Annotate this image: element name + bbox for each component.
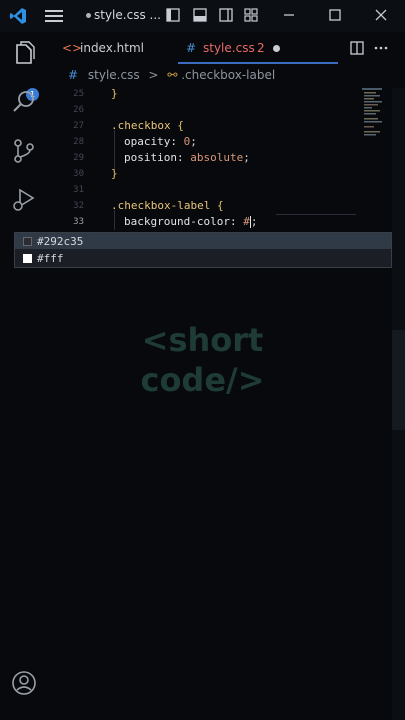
line-number: 30 bbox=[73, 169, 84, 179]
line-number: 26 bbox=[73, 105, 84, 115]
hamburger-menu-icon[interactable] bbox=[45, 9, 63, 23]
more-actions-icon[interactable] bbox=[374, 41, 388, 55]
color-swatch bbox=[23, 237, 32, 246]
line-number: 32 bbox=[73, 201, 84, 211]
scrollbar-thumb[interactable] bbox=[392, 330, 405, 430]
code-line: .checkbox-label { bbox=[111, 199, 224, 212]
color-swatch bbox=[23, 254, 32, 263]
tab-index-html[interactable]: <> index.html bbox=[58, 32, 178, 64]
window-title: style.css ... bbox=[94, 8, 161, 22]
code-editor[interactable]: 25 } 26 27 .checkbox { 28 opacity: 0; 29… bbox=[48, 86, 360, 236]
breadcrumb: # style.css > ⚯ .checkbox-label bbox=[68, 68, 275, 86]
line-number: 25 bbox=[73, 89, 84, 99]
unsaved-dot-icon bbox=[86, 13, 91, 18]
css-file-icon: # bbox=[68, 68, 79, 82]
split-editor-icon[interactable] bbox=[350, 41, 364, 55]
suggestion-label: #292c35 bbox=[37, 235, 84, 248]
code-line: .checkbox { bbox=[111, 119, 184, 132]
color-suggestion-list: #292c35 #fff bbox=[14, 232, 392, 268]
current-line-highlight bbox=[276, 214, 356, 215]
tab-label: style.css bbox=[203, 41, 255, 55]
code-line-current: background-color: #; bbox=[124, 215, 258, 228]
code-line: position: absolute; bbox=[124, 151, 250, 164]
indent-guide bbox=[114, 210, 115, 230]
maximize-icon[interactable] bbox=[328, 8, 342, 22]
code-line: opacity: 0; bbox=[124, 135, 197, 148]
minimize-icon[interactable] bbox=[282, 8, 296, 22]
tab-label: index.html bbox=[80, 41, 144, 55]
symbol-icon: ⚯ bbox=[167, 68, 178, 82]
minimap[interactable] bbox=[362, 88, 390, 138]
source-control-icon[interactable] bbox=[11, 138, 37, 164]
account-icon[interactable] bbox=[11, 670, 37, 696]
breadcrumb-symbol[interactable]: .checkbox-label bbox=[181, 68, 275, 82]
unsaved-dot-icon[interactable] bbox=[273, 45, 280, 52]
title-bar: style.css ... bbox=[0, 0, 405, 32]
line-number: 28 bbox=[73, 137, 84, 147]
breadcrumb-separator: > bbox=[148, 68, 159, 82]
indent-guide bbox=[114, 130, 115, 170]
activity-bar: 1 bbox=[0, 32, 48, 720]
layout-sidebar-icon[interactable] bbox=[166, 8, 180, 22]
explorer-icon[interactable] bbox=[11, 41, 37, 67]
watermark-line: code/> bbox=[140, 361, 265, 399]
tab-style-css[interactable]: # style.css 2 bbox=[178, 32, 338, 64]
code-line: } bbox=[111, 167, 118, 180]
search-icon[interactable] bbox=[11, 89, 37, 115]
line-number: 33 bbox=[73, 217, 84, 227]
watermark-line: <short bbox=[141, 321, 264, 359]
run-debug-icon[interactable] bbox=[11, 187, 37, 213]
editor-tabs: <> index.html # style.css 2 bbox=[48, 32, 405, 64]
customize-layout-icon[interactable] bbox=[244, 8, 258, 22]
suggestion-item[interactable]: #292c35 bbox=[15, 233, 391, 249]
code-line: } bbox=[111, 87, 118, 100]
close-icon[interactable] bbox=[374, 8, 388, 22]
vscode-logo-icon bbox=[10, 8, 26, 24]
breadcrumb-file[interactable]: style.css bbox=[88, 68, 140, 82]
layout-sidebar-right-icon[interactable] bbox=[219, 8, 233, 22]
suggestion-label: #fff bbox=[37, 252, 64, 265]
watermark-logo: <short code/> bbox=[130, 320, 275, 400]
problems-count: 2 bbox=[257, 41, 265, 55]
css-file-icon: # bbox=[186, 41, 197, 55]
line-number: 29 bbox=[73, 153, 84, 163]
line-number: 27 bbox=[73, 121, 84, 131]
line-number: 31 bbox=[73, 185, 84, 195]
suggestion-item[interactable]: #fff bbox=[15, 250, 391, 266]
layout-panel-icon[interactable] bbox=[193, 8, 207, 22]
